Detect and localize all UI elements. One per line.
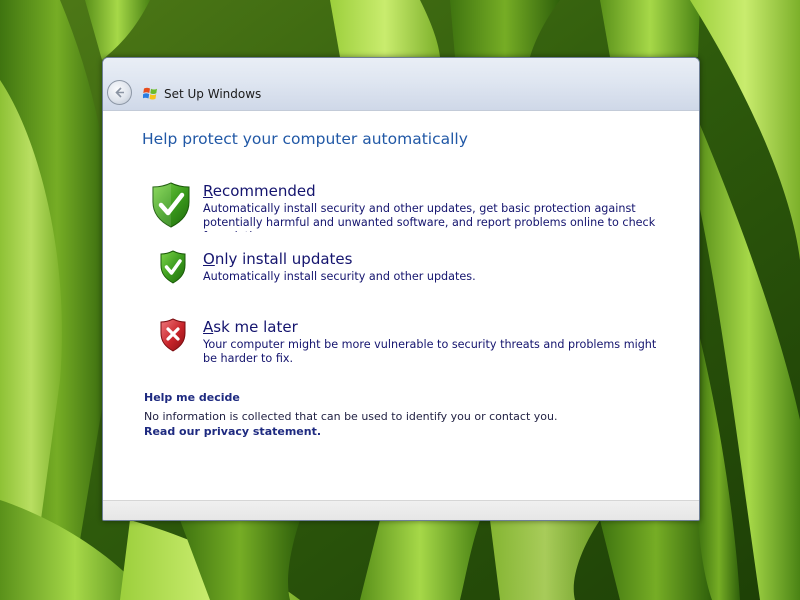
option-ask-later[interactable]: Ask me later Your computer might be more… [151, 318, 681, 370]
option-only-updates[interactable]: Only install updates Automatically insta… [151, 250, 681, 290]
window-footer [103, 500, 699, 520]
setup-window: Set Up Windows Help protect your compute… [102, 57, 700, 521]
option-ask-later-description: Your computer might be more vulnerable t… [203, 338, 657, 365]
privacy-statement-link[interactable]: Read our privacy statement. [144, 425, 321, 438]
green-shield-check-icon [160, 250, 186, 284]
back-button[interactable] [107, 80, 132, 105]
option-ask-later-label: Ask me later [203, 318, 298, 336]
privacy-info-text: No information is collected that can be … [144, 410, 558, 423]
window-title: Set Up Windows [164, 87, 262, 101]
help-me-decide-link[interactable]: Help me decide [144, 391, 240, 404]
desktop: Set Up Windows Help protect your compute… [0, 0, 800, 600]
option-only-updates-label: Only install updates [203, 250, 353, 268]
windows-logo-icon [143, 87, 157, 100]
title-bar: Set Up Windows [103, 58, 699, 111]
option-recommended-label: Recommended [203, 182, 316, 200]
option-only-updates-description: Automatically install security and other… [203, 270, 476, 283]
page-heading: Help protect your computer automatically [142, 130, 468, 148]
option-recommended[interactable]: Recommended Automatically install securi… [151, 182, 681, 240]
red-shield-x-icon [160, 318, 186, 352]
option-recommended-description: Automatically install security and other… [203, 202, 656, 232]
green-shield-check-icon [152, 182, 190, 228]
back-arrow-icon [115, 87, 124, 98]
content-area: Help protect your computer automatically [103, 111, 699, 500]
